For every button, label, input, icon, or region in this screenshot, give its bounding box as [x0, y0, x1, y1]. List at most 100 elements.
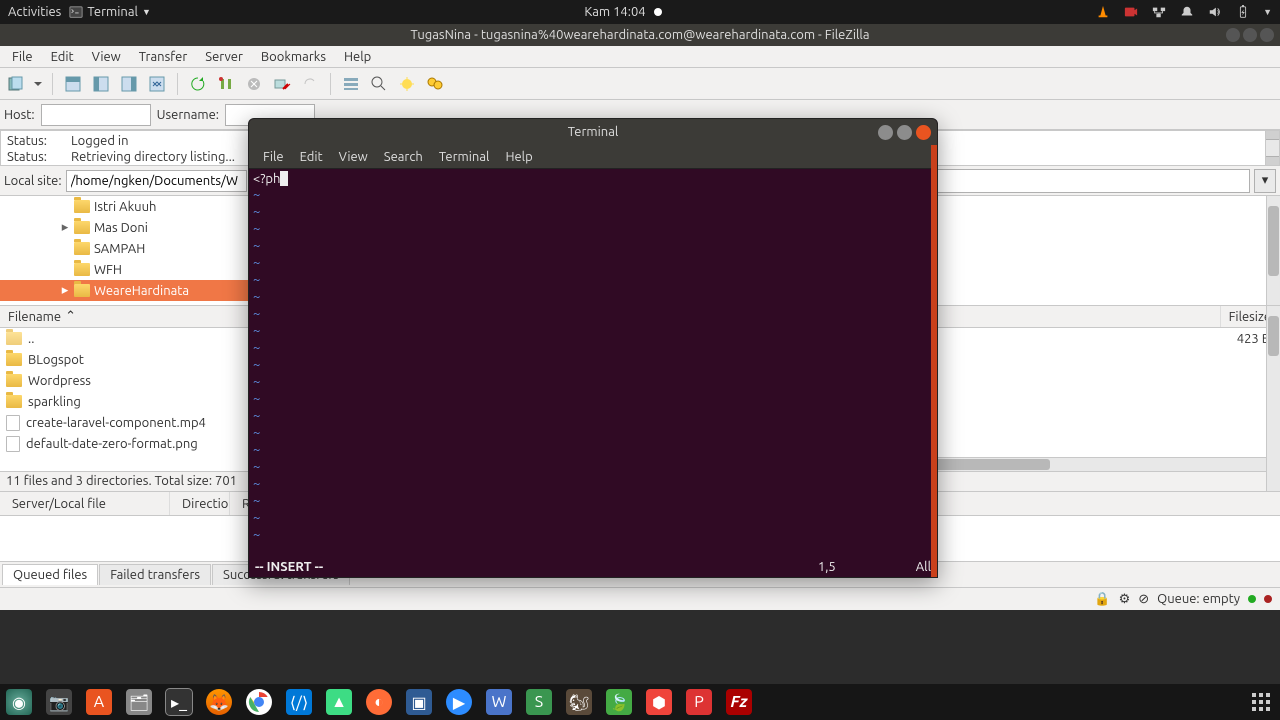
menu-server[interactable]: Server	[197, 48, 251, 66]
folder-icon	[6, 374, 22, 387]
toggle-tree-button[interactable]	[89, 72, 113, 96]
menu-view[interactable]: View	[84, 48, 129, 66]
folder-icon	[74, 200, 90, 213]
dock-ubuntu-software[interactable]: A	[86, 689, 112, 715]
dock-virtualbox[interactable]: ▣	[406, 689, 432, 715]
dock-wps-writer[interactable]: W	[486, 689, 512, 715]
toggle-queue-button[interactable]	[145, 72, 169, 96]
notifications-icon[interactable]	[1179, 4, 1195, 20]
disconnect-button[interactable]	[270, 72, 294, 96]
network-icon[interactable]	[1151, 4, 1167, 20]
clock[interactable]: Kam 14:04	[584, 5, 645, 19]
log-scrollbar[interactable]	[1265, 131, 1279, 165]
dock-postman[interactable]: ◐	[366, 689, 392, 715]
menu-help[interactable]: Help	[336, 48, 379, 66]
term-menu-search[interactable]: Search	[376, 148, 431, 166]
folder-icon	[6, 332, 22, 345]
vlc-tray-icon[interactable]	[1095, 4, 1111, 20]
remote-tree-scrollbar[interactable]	[1266, 196, 1280, 305]
term-close[interactable]	[916, 125, 931, 140]
cursor	[280, 171, 288, 186]
terminal-body[interactable]: <?ph ~~~ ~~~ ~~~ ~~~ ~~~ ~~~ ~~~	[249, 169, 937, 555]
gear-icon[interactable]: ⚙	[1119, 592, 1131, 607]
recording-indicator-icon	[654, 8, 662, 16]
process-queue-button[interactable]	[214, 72, 238, 96]
host-input[interactable]	[41, 104, 151, 126]
filezilla-titlebar: TugasNina - tugasnina%40wearehardinata.c…	[0, 24, 1280, 46]
term-menu-file[interactable]: File	[255, 148, 292, 166]
dock-zoom[interactable]: ▶	[446, 689, 472, 715]
tab-queued[interactable]: Queued files	[2, 564, 98, 585]
menu-bookmarks[interactable]: Bookmarks	[253, 48, 334, 66]
sync-browse-button[interactable]	[395, 72, 419, 96]
dock-dbeaver[interactable]: 🐿	[566, 689, 592, 715]
app-menu[interactable]: Terminal ▼	[69, 5, 151, 19]
dock-pdf[interactable]: P	[686, 689, 712, 715]
filter-button[interactable]	[339, 72, 363, 96]
local-site-label: Local site:	[4, 174, 62, 188]
battery-icon[interactable]	[1235, 4, 1251, 20]
term-menu-edit[interactable]: Edit	[292, 148, 331, 166]
terminal-menubar: File Edit View Search Terminal Help	[249, 145, 937, 169]
vim-content: <?ph	[253, 172, 280, 186]
term-maximize[interactable]	[897, 125, 912, 140]
term-menu-help[interactable]: Help	[497, 148, 540, 166]
statusbar: 🔒 ⚙ ⊘ Queue: empty	[0, 588, 1280, 610]
dock-show-apps[interactable]: ◉	[6, 689, 32, 715]
transfer-col-direction[interactable]: Directio	[170, 492, 230, 515]
local-site-input[interactable]	[66, 170, 247, 192]
dock-wps-spreadsheet[interactable]: S	[526, 689, 552, 715]
gnome-topbar: Activities Terminal ▼ Kam 14:04 ▼	[0, 0, 1280, 24]
dock-vscode[interactable]: ⟨/⟩	[286, 689, 312, 715]
refresh-button[interactable]	[186, 72, 210, 96]
menu-edit[interactable]: Edit	[43, 48, 82, 66]
remote-size-value: 423 B	[1237, 332, 1270, 346]
folder-icon	[6, 395, 22, 408]
folder-icon	[6, 353, 22, 366]
terminal-titlebar[interactable]: Terminal	[249, 119, 937, 145]
folder-icon	[74, 221, 90, 234]
activities-button[interactable]: Activities	[8, 5, 61, 19]
term-minimize[interactable]	[878, 125, 893, 140]
maximize-button[interactable]	[1243, 28, 1257, 42]
dock-terminal[interactable]: ▸_	[166, 689, 192, 715]
toggle-log-button[interactable]	[61, 72, 85, 96]
dock-apps-grid-icon[interactable]	[1252, 693, 1270, 711]
dock-android-studio[interactable]: ▲	[326, 689, 352, 715]
menu-file[interactable]: File	[4, 48, 41, 66]
folder-icon	[74, 242, 90, 255]
dock-mongo[interactable]: 🍃	[606, 689, 632, 715]
dock-chrome[interactable]	[246, 689, 272, 715]
term-menu-view[interactable]: View	[331, 148, 376, 166]
system-menu-chevron-icon[interactable]: ▼	[1263, 7, 1272, 17]
screencast-tray-icon[interactable]	[1123, 4, 1139, 20]
dock-firefox[interactable]: 🦊	[206, 689, 232, 715]
remote-site-dropdown[interactable]: ▾	[1254, 169, 1276, 193]
find-button[interactable]	[423, 72, 447, 96]
dock-anydesk[interactable]: ⬢	[646, 689, 672, 715]
terminal-app-icon	[69, 5, 83, 19]
dock-files[interactable]: 🗂	[126, 689, 152, 715]
reconnect-button[interactable]	[298, 72, 322, 96]
sort-asc-icon: ⌃	[65, 309, 76, 324]
toggle-remote-tree-button[interactable]	[117, 72, 141, 96]
close-button[interactable]	[1260, 28, 1274, 42]
site-manager-dropdown[interactable]	[32, 78, 44, 90]
username-label: Username:	[157, 108, 219, 122]
cancel-button[interactable]	[242, 72, 266, 96]
site-manager-button[interactable]	[4, 72, 28, 96]
term-menu-terminal[interactable]: Terminal	[431, 148, 498, 166]
volume-icon[interactable]	[1207, 4, 1223, 20]
transfer-col-server[interactable]: Server/Local file	[0, 492, 170, 515]
window-title: TugasNina - tugasnina%40wearehardinata.c…	[410, 28, 869, 42]
compare-button[interactable]	[367, 72, 391, 96]
tab-failed[interactable]: Failed transfers	[99, 564, 211, 585]
dock-screenshot[interactable]: 📷	[46, 689, 72, 715]
filezilla-toolbar	[0, 68, 1280, 100]
remote-list-scrollbar[interactable]	[1266, 306, 1280, 491]
queue-empty-icon: ⊘	[1138, 592, 1149, 607]
minimize-button[interactable]	[1226, 28, 1240, 42]
vim-position: 1,5	[818, 560, 836, 574]
menu-transfer[interactable]: Transfer	[131, 48, 196, 66]
dock-filezilla[interactable]: Fz	[726, 689, 752, 715]
